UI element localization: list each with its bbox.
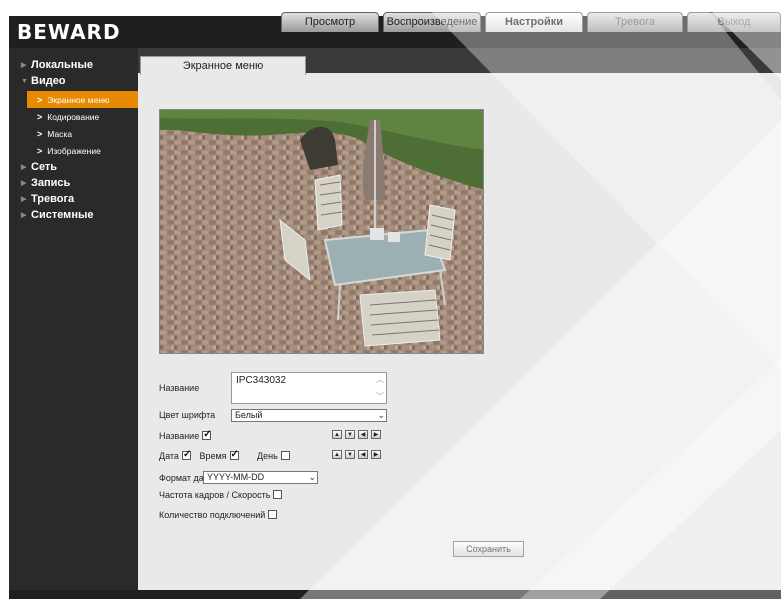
chevron-down-icon: ⌄	[308, 472, 316, 482]
sidebar-item-alarm[interactable]: ▶ Тревога	[9, 191, 138, 207]
sidebar-item-record[interactable]: ▶ Запись	[9, 175, 138, 191]
connections-row: Количество подключений	[159, 510, 278, 520]
name-label: Название	[159, 383, 200, 393]
tab-settings[interactable]: Настройки	[485, 12, 583, 32]
name-position-arrows: ▲ ▼ ◀ ▶	[332, 430, 381, 439]
day-checkbox[interactable]	[280, 451, 290, 460]
name-show-checkbox[interactable]	[202, 429, 212, 440]
day-label: День	[257, 451, 278, 461]
font-color-value: Белый	[235, 410, 263, 420]
date-checkbox[interactable]	[181, 449, 191, 460]
time-label: Время	[199, 451, 227, 461]
sidebar-item-label: Видео	[31, 75, 66, 87]
beward-logo: BEWARD	[17, 20, 121, 44]
date-label: Дата	[159, 451, 179, 461]
arrow-right-icon[interactable]: ▶	[371, 430, 381, 439]
sidebar-item-video[interactable]: ▼ Видео	[9, 73, 138, 89]
date-format-value: YYYY-MM-DD	[207, 472, 265, 482]
name-textarea[interactable]: IPC343032 ︿ ﹀	[231, 372, 387, 404]
scroll-up-icon[interactable]: ︿	[375, 374, 385, 385]
name-show-row: Название	[159, 429, 212, 441]
chevron-right-icon: >	[37, 128, 43, 139]
tab-playback[interactable]: Воспроизведение	[383, 12, 481, 32]
sidebar-item-network[interactable]: ▶ Сеть	[9, 159, 138, 175]
fps-label: Частота кадров / Скорость	[159, 490, 271, 500]
sidebar-item-label: Локальные	[31, 59, 93, 71]
sidebar: ▶ Локальные ▼ Видео > Экранное меню > Кодиро…	[9, 48, 138, 590]
sidebar-item-label: Маска	[47, 128, 73, 139]
time-checkbox[interactable]	[229, 449, 239, 460]
tab-osd[interactable]: Экранное меню	[140, 56, 306, 75]
sidebar-item-label: Экранное меню	[47, 94, 110, 105]
footer-bar	[9, 590, 781, 599]
chevron-right-icon: >	[37, 145, 43, 156]
name-show-label: Название	[159, 431, 200, 441]
sidebar-item-label: Сеть	[31, 161, 58, 173]
date-format-select[interactable]: YYYY-MM-DD ⌄	[203, 471, 318, 484]
caret-down-icon: ▼	[21, 77, 28, 85]
sidebar-item-label: Кодирование	[47, 111, 100, 122]
arrow-right-icon[interactable]: ▶	[371, 450, 381, 459]
sidebar-item-label: Запись	[31, 177, 71, 189]
sidebar-item-label: Тревога	[31, 193, 75, 205]
caret-right-icon: ▶	[21, 62, 27, 69]
sidebar-item-image[interactable]: > Изображение	[27, 142, 138, 159]
caret-right-icon: ▶	[21, 164, 27, 171]
date-row: Дата Время День	[159, 449, 290, 461]
chevron-right-icon: >	[37, 111, 43, 122]
tab-logout[interactable]: Выход	[687, 12, 781, 32]
video-preview	[159, 109, 484, 354]
chevron-right-icon: >	[37, 94, 43, 105]
date-position-arrows: ▲ ▼ ◀ ▶	[332, 450, 381, 459]
chevron-down-icon: ⌄	[377, 410, 385, 420]
caret-right-icon: ▶	[21, 212, 27, 219]
caret-right-icon: ▶	[21, 180, 27, 187]
sidebar-item-encoding[interactable]: > Кодирование	[27, 108, 138, 125]
connections-checkbox[interactable]	[268, 510, 278, 519]
arrow-up-icon[interactable]: ▲	[332, 450, 342, 459]
scroll-down-icon[interactable]: ﹀	[375, 391, 385, 402]
arrow-up-icon[interactable]: ▲	[332, 430, 342, 439]
sidebar-item-mask[interactable]: > Маска	[27, 125, 138, 142]
sidebar-item-system[interactable]: ▶ Системные	[9, 207, 138, 223]
sidebar-item-label: Системные	[31, 209, 94, 221]
font-color-select[interactable]: Белый ⌄	[231, 409, 387, 422]
tab-alarm[interactable]: Тревога	[587, 12, 683, 32]
caret-right-icon: ▶	[21, 196, 27, 203]
sidebar-item-osd[interactable]: > Экранное меню	[27, 91, 138, 108]
font-color-label: Цвет шрифта	[159, 410, 216, 420]
name-value: IPC343032	[236, 375, 287, 386]
fps-checkbox[interactable]	[273, 490, 283, 499]
arrow-left-icon[interactable]: ◀	[358, 430, 368, 439]
sidebar-item-label: Изображение	[47, 145, 101, 156]
patio-camera-image	[160, 110, 483, 353]
arrow-down-icon[interactable]: ▼	[345, 430, 355, 439]
arrow-left-icon[interactable]: ◀	[358, 450, 368, 459]
fps-row: Частота кадров / Скорость	[159, 490, 283, 500]
arrow-down-icon[interactable]: ▼	[345, 450, 355, 459]
connections-label: Количество подключений	[159, 510, 266, 520]
save-button[interactable]: Сохранить	[453, 541, 524, 557]
tab-view[interactable]: Просмотр	[281, 12, 379, 32]
sidebar-item-local[interactable]: ▶ Локальные	[9, 57, 138, 73]
